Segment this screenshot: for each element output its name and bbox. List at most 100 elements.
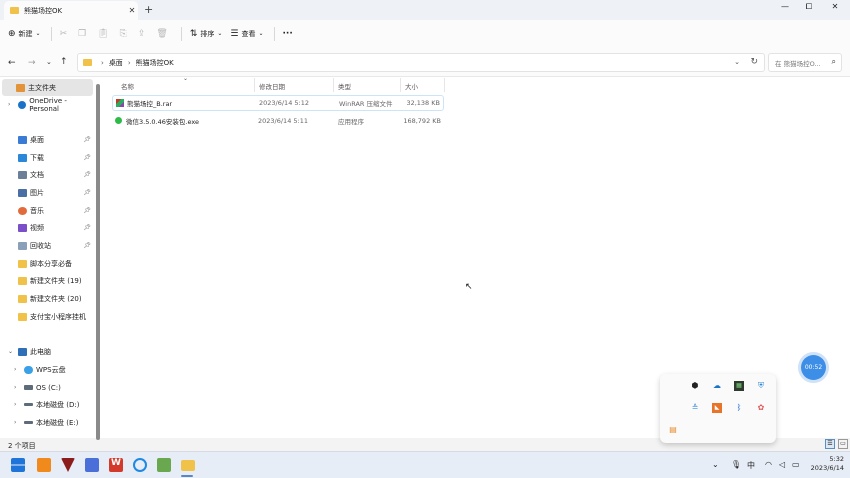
copy-icon: ❐ [78,28,87,39]
taskbar-clock[interactable]: 5:32 2023/6/14 [806,455,844,473]
file-explorer-icon[interactable] [181,460,195,471]
bluetooth-icon[interactable]: ᛒ [734,403,744,413]
column-header-name[interactable]: 名称 [121,81,134,91]
ime-indicator[interactable]: 中 [747,460,755,471]
share-button[interactable]: ⇪ [138,29,149,39]
column-header-date[interactable]: 修改日期 [259,81,285,91]
sidebar-item-folder[interactable]: 新建文件夹 (19) [0,272,97,289]
sidebar-item-folder[interactable]: 支付宝小程序挂机 [0,308,97,325]
new-button[interactable]: ⊕ 新建 ⌄ [8,29,41,39]
sidebar-item-music[interactable]: 音乐 📌︎ [0,202,97,219]
recording-timer[interactable]: 00:52 [801,355,826,380]
hexagon-app-icon[interactable]: ⬢ [690,381,700,391]
pin-icon[interactable]: 📌︎ [83,136,91,143]
sidebar-item-drive[interactable]: › WPS云盘 [0,361,97,378]
sidebar-item-home[interactable]: 主文件夹 [2,79,93,96]
expand-chevron-icon[interactable]: › [14,366,16,373]
cut-button[interactable]: ✂ [60,29,71,39]
expand-chevron-icon[interactable]: › [14,384,16,391]
pin-icon[interactable]: 📌︎ [83,154,91,161]
wifi-icon[interactable]: ◠ [765,460,772,469]
recent-locations-chevron-icon[interactable]: ⌄ [46,58,52,66]
sidebar-item-pictures[interactable]: 图片 📌︎ [0,184,97,201]
column-divider[interactable] [400,78,401,92]
sidebar-scrollbar[interactable] [96,84,100,440]
sidebar-item-drive[interactable]: › 本地磁盘 (D:) [0,396,97,413]
sidebar-item-desktop[interactable]: 桌面 📌︎ [0,131,97,148]
red-shield-app-icon[interactable] [61,458,75,472]
address-bar[interactable]: › 桌面 › 熊猫场控OK ⌄ ↻ [77,53,765,72]
address-history-chevron-icon[interactable]: ⌄ [734,58,740,66]
calendar-app-icon[interactable]: ▤ [668,425,678,435]
green-app-taskbar-icon[interactable] [157,458,171,472]
sidebar-item-drive[interactable]: › OS (C:) [0,379,97,396]
sidebar-item-onedrive[interactable]: › OneDrive - Personal [0,96,97,113]
sidebar-item-drive[interactable]: › 本地磁盘 (E:) [0,414,97,431]
tab-current-folder[interactable]: 熊猫场控OK ✕ [4,1,138,20]
wps-office-icon[interactable]: W [109,458,123,472]
details-view-icon[interactable]: ☰ [825,439,835,449]
onedrive-icon[interactable]: ☁ [712,381,722,391]
forward-arrow-icon[interactable]: → [28,58,36,68]
refresh-icon[interactable]: ↻ [750,57,758,67]
microphone-icon[interactable]: 🎙︎ [731,460,741,469]
active-app-indicator [181,475,193,477]
pin-icon[interactable]: 📌︎ [83,207,91,214]
minimize-button[interactable]: — [774,2,796,11]
pin-icon[interactable]: 📌︎ [83,242,91,249]
network-app-icon[interactable]: ≙ [690,403,700,413]
sidebar-item-recycle-bin[interactable]: 回收站 📌︎ [0,237,97,254]
back-arrow-icon[interactable]: ← [8,58,16,68]
orange-app-taskbar-icon[interactable] [37,458,51,472]
paste-button[interactable]: 📋︎ [97,29,111,39]
copy-button[interactable]: ❐ [78,29,89,39]
sidebar-item-folder[interactable]: 新建文件夹 (20) [0,290,97,307]
breadcrumb-current[interactable]: 熊猫场控OK [136,58,174,68]
pin-icon[interactable]: 📌︎ [83,171,91,178]
view-button[interactable]: ☰ 查看 ⌄ [230,29,263,39]
sidebar-item-folder[interactable]: 脚本分享必备 [0,255,97,272]
column-divider[interactable] [444,78,445,92]
sidebar-item-label: OS (C:) [36,383,61,392]
battery-icon[interactable]: ▭ [792,460,800,469]
delete-button[interactable]: 🗑︎ [156,29,170,39]
sidebar-item-documents[interactable]: 文档 📌︎ [0,166,97,183]
file-row[interactable]: 熊猫场控_B.rar 2023/6/14 5:12 WinRAR 压缩文件 32… [112,95,444,111]
new-tab-button[interactable]: + [144,3,153,16]
search-input[interactable]: 在 熊猫场控O... ⌕ [768,53,842,72]
orange-app-icon[interactable]: ◣ [712,403,722,413]
sort-button[interactable]: ⇅ 排序 ⌄ [190,29,223,39]
cloud-icon [17,100,27,109]
close-button[interactable]: ✕ [824,2,846,11]
column-header-type[interactable]: 类型 [338,81,351,91]
maximize-button[interactable]: ⧠ [798,2,820,12]
pin-icon[interactable]: 📌︎ [83,224,91,231]
search-icon[interactable]: ⌕ [832,57,836,67]
tiles-view-icon[interactable]: ▭ [838,439,848,449]
blue-app-taskbar-icon[interactable] [85,458,99,472]
rename-button[interactable]: ⎘ [120,29,130,39]
more-options-button[interactable]: ··· [283,29,293,39]
tab-close-icon[interactable]: ✕ [126,6,138,15]
show-hidden-icons-chevron-icon[interactable]: ⌄ [712,460,719,469]
start-menu-icon[interactable] [11,458,25,472]
sidebar-item-videos[interactable]: 视频 📌︎ [0,219,97,236]
gear-app-icon[interactable]: ✿ [756,403,766,413]
expand-chevron-icon[interactable]: › [8,101,10,108]
sidebar-item-this-pc[interactable]: ⌄ 此电脑 [0,343,97,360]
security-shield-icon[interactable]: ⛨ [756,381,766,391]
sidebar-item-downloads[interactable]: 下载 📌︎ [0,149,97,166]
column-header-size[interactable]: 大小 [405,81,418,91]
browser-icon[interactable] [133,458,147,472]
nvidia-icon[interactable]: ▦ [734,381,744,391]
volume-icon[interactable]: ◁ [779,460,785,469]
breadcrumb-desktop[interactable]: 桌面 [109,58,123,68]
file-row[interactable]: 微信3.5.0.46安装包.exe 2023/6/14 5:11 应用程序 16… [112,113,444,129]
up-arrow-icon[interactable]: ↑ [60,57,68,67]
collapse-chevron-icon[interactable]: ⌄ [8,348,13,355]
pin-icon[interactable]: 📌︎ [83,189,91,196]
column-divider[interactable] [254,78,255,92]
expand-chevron-icon[interactable]: › [14,401,16,408]
column-divider[interactable] [333,78,334,92]
expand-chevron-icon[interactable]: › [14,419,16,426]
